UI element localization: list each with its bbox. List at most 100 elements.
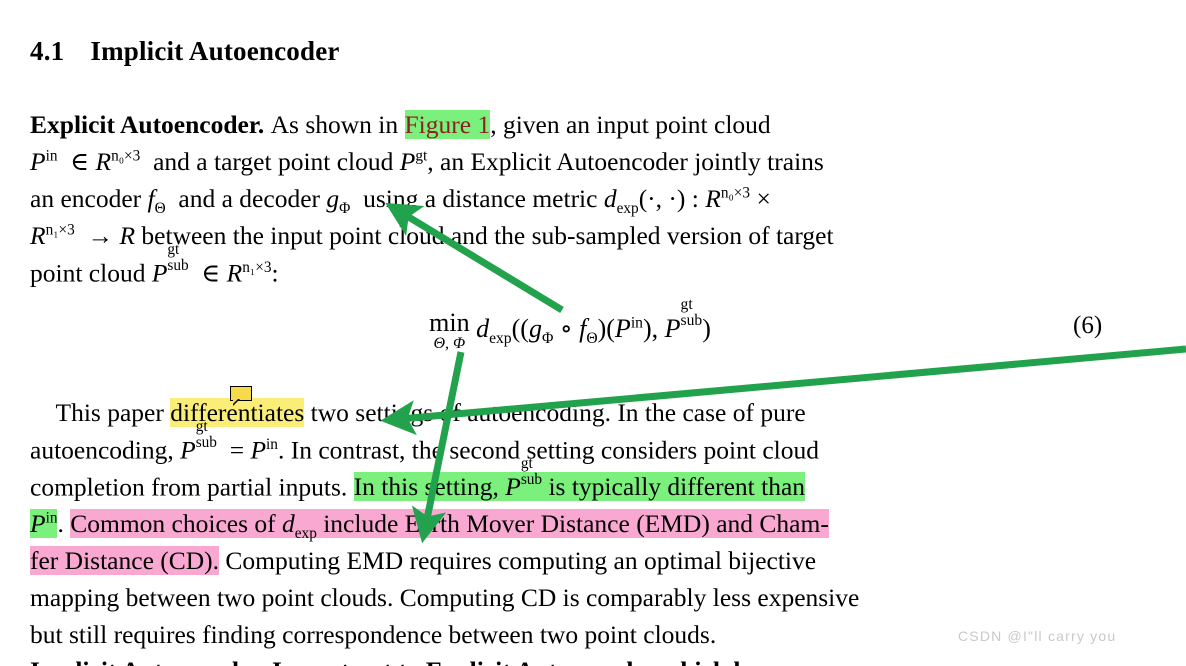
math-subscript: exp xyxy=(294,525,317,543)
math-symbol: P xyxy=(664,313,681,343)
min-subscript: Θ, Φ xyxy=(433,335,466,352)
math-superscript: gt xyxy=(167,241,180,259)
text-run: and a target point cloud xyxy=(153,147,394,176)
equation-number: (6) xyxy=(1073,312,1103,339)
equation-6: min Θ, Φ dexp((gΦ ∘ fΘ)(Pin), Pgt sub) xyxy=(0,297,1140,352)
math-operator: ∘ xyxy=(559,313,573,343)
math-subscript: Θ xyxy=(154,200,166,218)
paragraph-lead-label: Explicit Autoencoder. xyxy=(30,110,265,139)
section-title: Implicit Autoencoder xyxy=(90,36,340,66)
text-run: , an Explicit Autoencoder jointly trains xyxy=(427,147,824,176)
text-line: completion from partial inputs. In this … xyxy=(30,456,1122,505)
math-subscript: sub xyxy=(680,311,703,329)
math-symbol: d xyxy=(603,184,617,213)
math-symbol: P xyxy=(30,147,46,176)
text-run: . xyxy=(57,509,64,538)
min-operator: min Θ, Φ xyxy=(429,308,470,353)
comment-bubble-tail-inner xyxy=(233,398,238,404)
text-run: : xyxy=(271,258,279,288)
text-run: using a distance metric xyxy=(363,184,598,213)
math-superscript: gt xyxy=(680,296,693,314)
math-superscript: in xyxy=(630,314,643,332)
csdn-watermark: CSDN @I"ll carry you xyxy=(958,628,1117,644)
math-symbol: g xyxy=(528,313,542,343)
math-subscript: Φ xyxy=(541,329,554,347)
math-symbol: P xyxy=(399,147,416,176)
text-run: . In contrast, the second setting consid… xyxy=(277,435,820,465)
math-operator: × xyxy=(756,184,771,213)
text-line: This paper differentiates two settings o… xyxy=(30,394,1122,431)
sticky-note-comment-icon[interactable] xyxy=(230,386,252,406)
green-highlight: In this setting, Pgt sub is typically dif… xyxy=(353,456,806,502)
text-line: Pin ∈ Rn₀×3 and a target point cloud Pgt… xyxy=(30,147,824,176)
math-subscript: sub xyxy=(195,433,217,451)
text-run: mapping between two point clouds. Comput… xyxy=(30,583,860,612)
text-run: autoencoding, xyxy=(30,435,174,465)
cropped-next-line: Implicit Autoencoder. In contrast to Exp… xyxy=(30,652,1130,666)
text-run: As shown in xyxy=(270,110,399,139)
text-line: autoencoding, Pgt sub = Pin. In contrast,… xyxy=(30,419,1122,468)
text-run: include Earth Mover Distance (EMD) and C… xyxy=(323,509,829,538)
math-operator: = xyxy=(229,435,245,465)
text-line: mapping between two point clouds. Comput… xyxy=(30,579,1122,616)
math-symbol: P xyxy=(180,435,196,465)
figure-reference-highlight: Figure 1 xyxy=(404,110,491,139)
text-run: (·, ·) : xyxy=(638,184,699,213)
page-title: 4.1 Implicit Autoencoder xyxy=(30,36,340,67)
text-run: Common choices of xyxy=(70,509,276,538)
math-superscript: gt xyxy=(195,418,208,436)
math-symbol: R xyxy=(226,258,243,288)
math-punct: )( xyxy=(597,313,615,343)
math-subscript: exp xyxy=(489,329,512,347)
math-superscript: in xyxy=(45,147,58,165)
min-label: min xyxy=(429,308,470,337)
green-highlight: Pin xyxy=(30,509,58,538)
math-operator: ∈ xyxy=(201,258,221,288)
text-line: Rn₁×3 → R between the input point cloud … xyxy=(30,217,1122,254)
math-symbol: P xyxy=(30,509,46,538)
text-run: between the input point cloud and the su… xyxy=(141,221,834,250)
text-run: Computing EMD requires computing an opti… xyxy=(225,546,817,575)
text-line: fer Distance (CD). Computing EMD require… xyxy=(30,542,1122,579)
text-line: Pin. Common choices of dexp include Eart… xyxy=(30,505,1122,542)
text-run: two settings of autoencoding. In the cas… xyxy=(310,398,806,427)
math-subscript: Θ xyxy=(586,329,598,347)
text-line: an encoder fΘ and a decoder gΦ using a d… xyxy=(30,180,1122,217)
math-subscript: sub xyxy=(520,470,543,488)
math-symbol: P xyxy=(250,435,267,465)
math-punct: ), xyxy=(642,313,659,343)
text-run: and a decoder xyxy=(178,184,321,213)
math-superscript: n₀×3 xyxy=(111,147,141,165)
math-superscript: in xyxy=(266,435,278,453)
math-superscript: n₁×3 xyxy=(242,258,272,276)
math-punct: (( xyxy=(511,313,529,343)
math-symbol: P xyxy=(614,313,631,343)
text-run: , given an input point cloud xyxy=(490,110,771,139)
text-run: completion from partial inputs. xyxy=(30,472,348,502)
text-run: is typically different than xyxy=(548,472,806,502)
text-line: point cloud Pgt sub ∈ Rn₁×3: xyxy=(30,242,1122,291)
math-superscript: n₁×3 xyxy=(45,221,75,239)
math-supsub: gt sub xyxy=(680,297,703,339)
math-symbol: R xyxy=(119,221,136,250)
math-symbol: R xyxy=(95,147,112,176)
section-number: 4.1 xyxy=(30,36,65,66)
math-subscript: exp xyxy=(616,200,639,218)
math-symbol: P xyxy=(151,258,168,288)
text-line: Explicit Autoencoder. As shown in Figure… xyxy=(30,106,1122,143)
document-page: 4.1 Implicit Autoencoder Explicit Autoenc… xyxy=(0,0,1186,666)
math-symbol: P xyxy=(505,472,521,502)
math-symbol: d xyxy=(476,313,490,343)
math-symbol: R xyxy=(705,184,721,213)
text-run: point cloud xyxy=(30,258,146,288)
math-supsub: gt sub xyxy=(167,242,188,284)
math-symbol: d xyxy=(282,509,295,538)
text-run: This paper xyxy=(55,398,164,427)
math-supsub: gt sub xyxy=(520,456,543,498)
math-symbol: g xyxy=(326,184,340,213)
math-superscript: gt xyxy=(520,455,533,473)
math-supsub: gt sub xyxy=(195,419,217,461)
paragraph-settings: This paper differentiates two settings o… xyxy=(30,394,1122,653)
figure-reference-link[interactable]: Figure 1 xyxy=(405,110,491,139)
math-superscript: n₀×3 xyxy=(720,184,751,202)
